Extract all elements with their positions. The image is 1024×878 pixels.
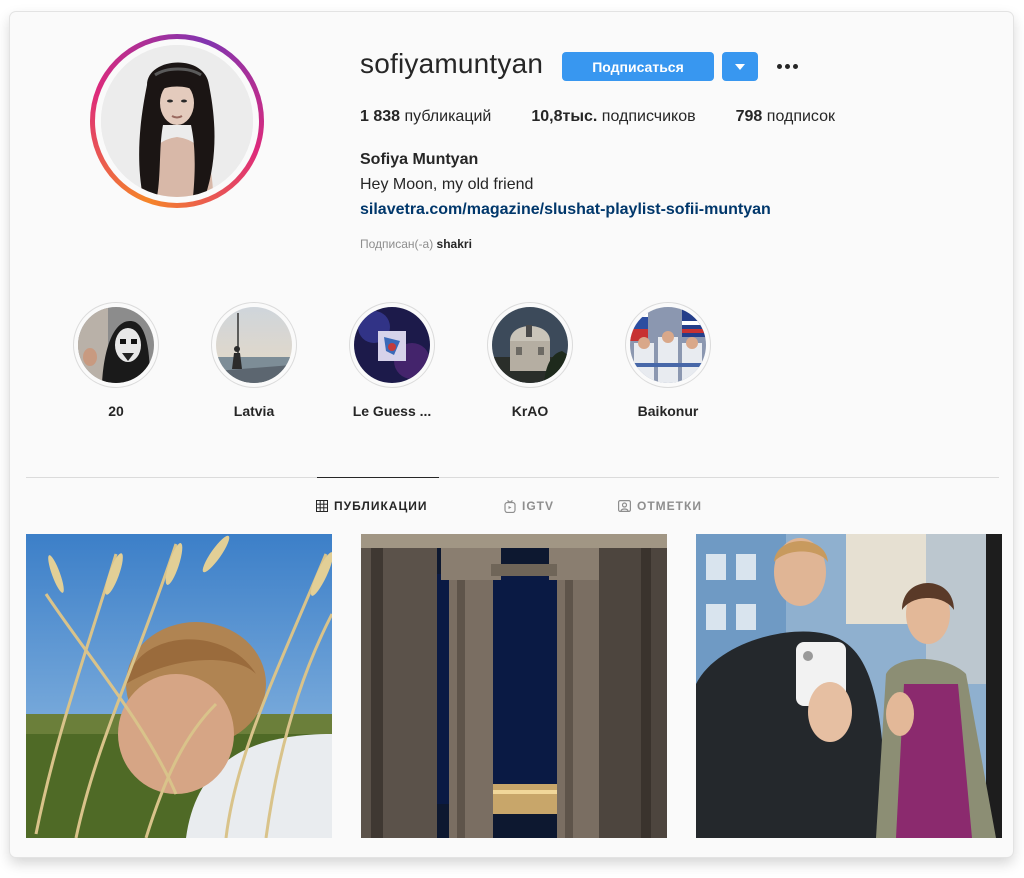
- highlight-label: Baikonur: [637, 403, 699, 419]
- profile-website-link[interactable]: silavetra.com/magazine/slushat-playlist-…: [360, 201, 771, 219]
- profile-window: sofiyamuntyan Подписаться 1 838 публикац…: [10, 12, 1013, 857]
- highlight-cover-image: [630, 307, 706, 383]
- posts-count: 1 838 публикаций: [360, 108, 492, 125]
- highlight-cover-image: [216, 307, 292, 383]
- tagged-icon: [618, 500, 631, 512]
- chevron-down-icon: [735, 63, 745, 70]
- active-tab-indicator: [317, 477, 439, 478]
- following-count[interactable]: 798 подписок: [736, 108, 835, 126]
- tab-posts[interactable]: ПУБЛИКАЦИИ: [316, 499, 427, 513]
- igtv-icon: [504, 499, 516, 513]
- followers-count[interactable]: 10,8тыс. подписчиков: [531, 108, 695, 126]
- profile-full-name: Sofiya Muntyan: [360, 151, 479, 168]
- tabs-divider: [26, 477, 999, 478]
- highlight-item[interactable]: KrAO: [480, 302, 580, 419]
- suggested-dropdown-button[interactable]: [722, 52, 758, 81]
- more-dot-icon: [776, 63, 782, 69]
- profile-username: sofiyamuntyan: [360, 48, 544, 79]
- post-thumbnail[interactable]: [361, 534, 667, 838]
- more-options-button[interactable]: [773, 54, 801, 78]
- highlight-item[interactable]: Le Guess ...: [342, 302, 442, 419]
- profile-stats: 1 838 публикаций 10,8тыс. подписчиков 79…: [360, 108, 875, 126]
- tab-tagged[interactable]: ОТМЕТКИ: [618, 499, 702, 513]
- post-thumbnail[interactable]: [26, 534, 332, 838]
- highlight-label: 20: [108, 403, 124, 419]
- grid-icon: [316, 500, 328, 512]
- highlight-label: Latvia: [233, 403, 275, 419]
- tab-igtv[interactable]: IGTV: [504, 499, 554, 513]
- highlight-cover-image: [78, 307, 154, 383]
- highlight-cover-image: [354, 307, 430, 383]
- profile-avatar[interactable]: [90, 34, 264, 208]
- highlight-item[interactable]: Baikonur: [618, 302, 718, 419]
- more-dot-icon: [792, 63, 798, 69]
- more-dot-icon: [784, 63, 790, 69]
- highlight-item[interactable]: 20: [66, 302, 166, 419]
- followed-by[interactable]: Подписан(-а) shakri: [360, 237, 472, 251]
- highlight-cover-image: [492, 307, 568, 383]
- highlight-label: Le Guess ...: [352, 403, 432, 419]
- highlight-label: KrAO: [511, 403, 549, 419]
- highlight-item[interactable]: Latvia: [204, 302, 304, 419]
- profile-bio: Hey Moon, my old friend: [360, 176, 534, 193]
- post-thumbnail[interactable]: [696, 534, 1002, 838]
- follow-button[interactable]: Подписаться: [562, 52, 714, 81]
